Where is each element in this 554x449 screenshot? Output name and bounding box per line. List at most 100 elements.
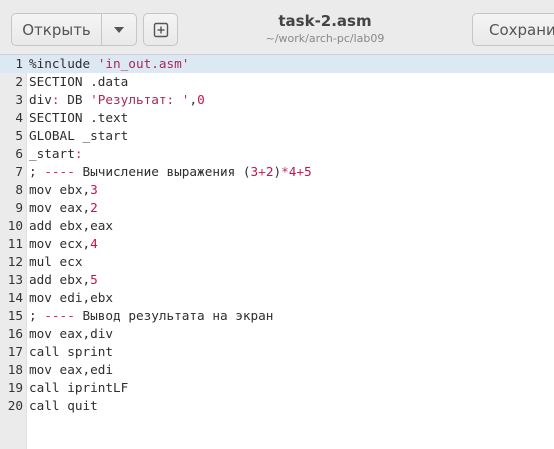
code-line[interactable]: 10 add ebx,eax (0, 217, 554, 235)
code-token: 3 (90, 182, 98, 197)
line-number: 17 (7, 344, 23, 359)
line-number: 19 (7, 380, 23, 395)
code-token: , (189, 92, 198, 107)
code-text: ; ---- Вывод результата на экран (29, 307, 273, 325)
line-number: 6 (15, 146, 23, 161)
code-text: div: DB 'Результат: ',0 (29, 91, 205, 109)
code-token: call sprint (29, 344, 114, 359)
code-text: _start: (29, 145, 82, 163)
save-button[interactable]: Сохранить (472, 13, 554, 46)
code-token: 0 (197, 92, 205, 107)
code-line[interactable]: 8 mov ebx,3 (0, 181, 554, 199)
code-token: SECTION .text (29, 110, 129, 125)
code-token: * (281, 164, 289, 179)
code-text: call quit (29, 397, 98, 415)
code-text: mul ecx (29, 253, 82, 271)
code-text: add ebx,5 (29, 271, 98, 289)
line-number: 12 (7, 254, 23, 269)
open-menu-button[interactable] (102, 14, 136, 45)
code-text: mov ecx,4 (29, 235, 98, 253)
code-line[interactable]: 15; ---- Вывод результата на экран (0, 307, 554, 325)
code-token: ---- (44, 164, 75, 179)
code-text: SECTION .text (29, 109, 128, 127)
code-token: Вывод результата на экран (74, 308, 274, 323)
code-line[interactable]: 16 mov eax,div (0, 325, 554, 343)
code-text: GLOBAL _start (29, 127, 128, 145)
line-number: 11 (7, 236, 23, 251)
code-line[interactable]: 4 SECTION .text (0, 109, 554, 127)
code-text: call sprint (29, 343, 113, 361)
code-line[interactable]: 1 %include 'in_out.asm' (0, 55, 554, 73)
line-number: 9 (15, 200, 23, 215)
code-text: add ebx,eax (29, 217, 113, 235)
code-token: 'Результат: ' (90, 92, 190, 107)
code-text: mov eax,div (29, 325, 113, 343)
code-line[interactable]: 5 GLOBAL _start (0, 127, 554, 145)
code-token: _start (29, 146, 75, 161)
code-text: SECTION .data (29, 73, 128, 91)
code-token: 'in_out.asm' (97, 56, 190, 71)
code-token: SECTION .data (29, 74, 129, 89)
line-number: 7 (15, 164, 23, 179)
code-text: mov edi,ebx (29, 289, 113, 307)
code-line[interactable]: 19 call iprintLF (0, 379, 554, 397)
code-line[interactable]: 11 mov ecx,4 (0, 235, 554, 253)
line-number: 8 (15, 182, 23, 197)
code-line[interactable]: 9 mov eax,2 (0, 199, 554, 217)
code-token: : (51, 92, 60, 107)
line-number: 10 (7, 218, 23, 233)
code-text: %include 'in_out.asm' (29, 55, 189, 73)
new-document-button[interactable] (143, 13, 178, 46)
code-line[interactable]: 2 SECTION .data (0, 73, 554, 91)
code-token: mov edi,ebx (29, 290, 114, 305)
code-token: ; (29, 164, 45, 179)
code-line[interactable]: 20 call quit (0, 397, 554, 415)
code-token: ; (29, 308, 45, 323)
code-token: 5 (90, 272, 98, 287)
open-button[interactable]: Открыть (12, 14, 102, 45)
code-token: mov ecx, (29, 236, 91, 251)
code-line[interactable]: 18 mov eax,edi (0, 361, 554, 379)
code-line[interactable]: 3 div: DB 'Результат: ',0 (0, 91, 554, 109)
code-token: add ebx, (29, 272, 91, 287)
line-number: 1 (15, 56, 23, 71)
code-lines: 1 %include 'in_out.asm' 2 SECTION .data 3 div… (0, 55, 554, 415)
line-number: 3 (15, 92, 23, 107)
code-line[interactable]: 12 mul ecx (0, 253, 554, 271)
code-line[interactable]: 14 mov edi,ebx (0, 289, 554, 307)
window-title: task-2.asm (278, 12, 372, 30)
code-token: %include (29, 56, 98, 71)
code-token: Вычисление выражения ( (74, 164, 251, 179)
line-number: 4 (15, 110, 23, 125)
window-title-block: task-2.asm ~/work/arch-pc/lab09 (200, 12, 450, 47)
header-bar: Открыть task-2.asm ~/work/arch-pc/lab09 … (0, 0, 554, 55)
code-line[interactable]: 17 call sprint (0, 343, 554, 361)
code-token: mov eax,div (29, 326, 114, 341)
code-token: div (29, 92, 52, 107)
chevron-down-icon (114, 26, 124, 33)
line-number: 13 (7, 272, 23, 287)
text-editor[interactable]: 1 %include 'in_out.asm' 2 SECTION .data 3 div… (0, 55, 554, 449)
code-line[interactable]: 13 add ebx,5 (0, 271, 554, 289)
code-line[interactable]: 6 _start: (0, 145, 554, 163)
code-text: mov eax,2 (29, 199, 98, 217)
code-line[interactable]: 7 ; ---- Вычисление выражения (3+2)*4+5 (0, 163, 554, 181)
code-token: mov eax, (29, 200, 91, 215)
code-token: + (296, 164, 305, 179)
line-number: 5 (15, 128, 23, 143)
code-token: + (258, 164, 266, 179)
code-token: mul ecx (29, 254, 83, 269)
code-token: ) (273, 164, 282, 179)
code-text: call iprintLF (29, 379, 128, 397)
code-token: call quit (29, 398, 98, 413)
line-number: 15 (7, 308, 23, 323)
code-token: mov ebx, (29, 182, 91, 197)
line-number: 14 (7, 290, 23, 305)
code-token: mov eax,edi (29, 362, 114, 377)
line-number: 16 (7, 326, 23, 341)
line-number: 20 (7, 398, 23, 413)
code-token: add ebx,eax (29, 218, 114, 233)
code-token: DB (59, 92, 91, 107)
new-document-icon (153, 22, 168, 37)
code-token: ---- (44, 308, 75, 323)
